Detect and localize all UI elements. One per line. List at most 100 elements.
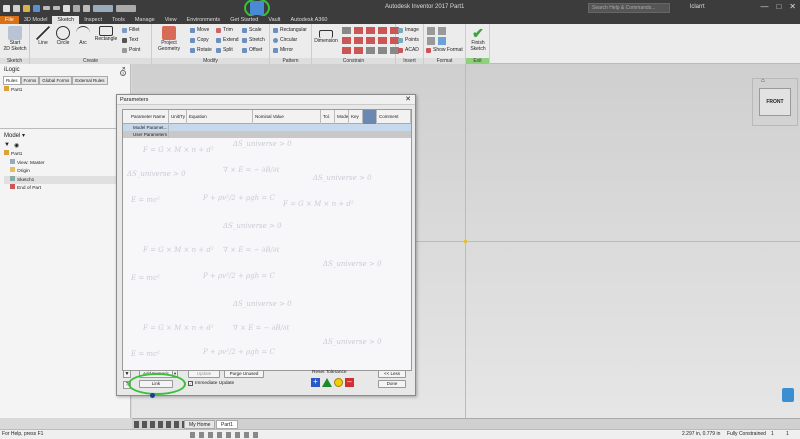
points-button[interactable]: Points [398,37,419,43]
tree-item-view[interactable]: View: Master [4,158,126,168]
constraint-settings-icon[interactable] [378,47,387,54]
save-icon[interactable] [33,4,40,12]
maximize-icon[interactable]: □ [776,2,781,11]
circle-button[interactable]: Circle [54,26,72,47]
update-icon[interactable] [73,4,80,12]
table-row[interactable]: Model Paramet... [123,124,411,131]
line-button[interactable]: Line [34,26,52,47]
acad-button[interactable]: ACAD [398,47,419,53]
tree-item-end-of-part[interactable]: End of Part [4,184,126,193]
circular-pattern-button[interactable]: Circular [273,37,297,43]
close-panel-icon[interactable]: ✕ [122,66,126,72]
vertical-icon[interactable] [366,37,375,44]
tab-global-forms[interactable]: Global Forms [39,76,73,85]
col-export[interactable] [363,110,377,124]
app-menu-icon[interactable] [3,4,10,12]
perpendicular-icon[interactable] [342,37,351,44]
tab-autodesk-a360[interactable]: Autodesk A360 [285,16,332,24]
mirror-button[interactable]: Mirror [273,47,293,53]
tree-item-part1[interactable]: Part1 [4,86,126,95]
image-button[interactable]: Image [398,27,419,33]
trim-button[interactable]: Trim [216,27,233,33]
tolerance-lower-button[interactable]: – [345,378,354,387]
rectangle-button[interactable]: Rectangle [94,26,118,43]
tab-sketch[interactable]: Sketch [52,16,80,24]
stretch-button[interactable]: Stretch [242,37,265,43]
arc-button[interactable]: Arc [74,26,92,47]
coincident-icon[interactable] [342,27,351,34]
immediate-update-checkbox[interactable]: ✓ Immediate Update [188,381,234,386]
split-button[interactable]: Split [216,47,233,53]
rectangular-pattern-button[interactable]: Rectangular [273,27,307,33]
show-constraints-icon[interactable] [366,47,375,54]
extend-button[interactable]: Extend [216,37,239,43]
select-icon[interactable] [83,4,90,12]
tangent-icon[interactable] [378,37,387,44]
new-icon[interactable] [13,4,20,12]
undo-icon[interactable] [43,6,50,10]
redo-icon[interactable] [53,6,60,10]
purge-unused-button[interactable]: Purge Unused [224,370,264,378]
tab-rules[interactable]: Rules [3,76,21,85]
symmetric-icon[interactable] [342,47,351,54]
filter-icon[interactable]: ▼ [4,142,10,149]
concentric-icon[interactable] [366,27,375,34]
tolerance-median-button[interactable] [322,378,332,387]
col-equation[interactable]: Equation [187,110,253,124]
minimize-icon[interactable]: — [760,2,768,11]
construction-icon[interactable] [427,27,435,35]
col-tol[interactable]: Tol. [321,110,335,124]
copy-button[interactable]: Copy [190,37,209,43]
collinear-icon[interactable] [354,27,363,34]
scale-button[interactable]: Scale [242,27,262,33]
show-format-button[interactable]: Show Format [426,47,463,53]
home-view-icon[interactable]: ⌂ [761,78,765,84]
tab-file[interactable]: File [0,16,19,24]
tree-item-part1[interactable]: Part1 [4,150,126,159]
tab-get-started[interactable]: Get Started [225,16,263,24]
tolerance-upper-button[interactable]: + [311,378,320,387]
dialog-close-icon[interactable]: ✕ [405,95,411,103]
col-nominal-value[interactable]: Nominal Value [253,110,321,124]
tolerance-nominal-button[interactable] [334,378,343,387]
project-geometry-button[interactable]: Project Geometry [154,26,184,52]
finish-sketch-button[interactable]: ✔ Finish Sketch [467,26,489,52]
center-point-icon[interactable] [427,37,435,45]
tab-vault[interactable]: Vault [263,16,285,24]
text-button[interactable]: Text [122,37,138,43]
dimension-button[interactable]: Dimension [314,26,338,45]
tile-icons[interactable] [134,421,184,428]
tab-forms[interactable]: Forms [20,76,40,85]
find-icon[interactable]: ◉ [14,142,19,149]
less-button[interactable]: << Less [378,370,406,378]
tab-external-rules[interactable]: External Rules [72,76,108,85]
col-parameter-name[interactable]: Parameter Name [123,110,169,124]
col-unit[interactable]: Unit/Ty [169,110,187,124]
update-button[interactable]: Update [188,370,220,378]
col-key[interactable]: Key [349,110,363,124]
material-icon[interactable] [93,4,113,12]
fix-icon[interactable] [378,27,387,34]
offset-button[interactable]: Offset [242,47,262,53]
driven-dimension-icon[interactable] [438,37,446,45]
user-name[interactable]: lclarrt [690,4,705,10]
navigation-bar-icon[interactable] [782,388,794,402]
filter-icon[interactable]: ▼ [123,370,131,378]
rotate-button[interactable]: Rotate [190,47,212,53]
col-model[interactable]: Model [335,110,349,124]
tab-my-home[interactable]: My Home [184,420,216,429]
viewcube[interactable]: FRONT [759,88,791,116]
done-button[interactable]: Done [378,380,406,388]
open-icon[interactable] [23,4,30,12]
centerline-icon[interactable] [438,27,446,35]
tab-part1[interactable]: Part1 [216,420,238,429]
appearance-icon[interactable] [116,4,136,12]
tab-manage[interactable]: Manage [130,16,160,24]
equal-icon[interactable] [354,47,363,54]
fillet-button[interactable]: Fillet [122,27,140,33]
col-comment[interactable]: Comment [377,110,411,124]
close-icon[interactable]: ✕ [789,2,796,11]
tab-tools[interactable]: Tools [107,16,130,24]
tree-item-sketch1[interactable]: Sketch1 [4,175,126,184]
point-button[interactable]: Point [122,47,140,53]
